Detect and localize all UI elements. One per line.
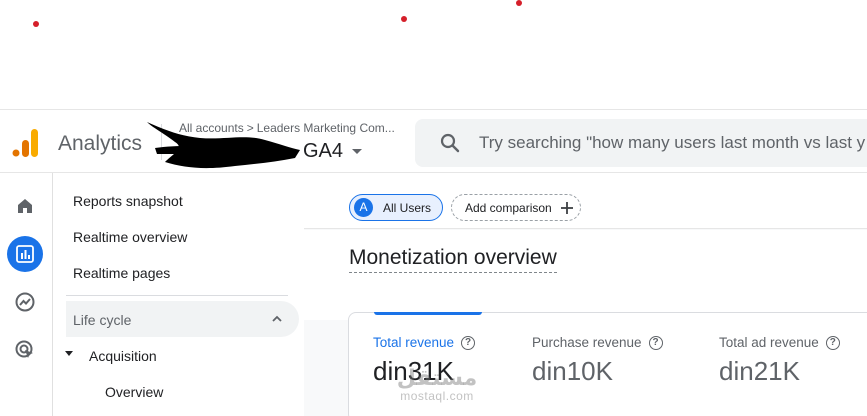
top-header: Analytics All accounts > Leaders Marketing… <box>0 109 867 173</box>
home-icon <box>18 199 32 213</box>
page-title[interactable]: Monetization overview <box>349 246 557 273</box>
metric-label: Total ad revenue ? <box>719 335 840 350</box>
search-bar[interactable]: Try searching "how many users last month… <box>415 119 867 167</box>
nav-item-acquisition-overview[interactable]: Overview <box>105 384 163 400</box>
add-comparison-button[interactable]: Add comparison <box>451 194 581 221</box>
chevron-up-icon[interactable] <box>271 313 283 325</box>
rail-advertising-button[interactable] <box>7 332 43 368</box>
metric-label-text: Purchase revenue <box>532 335 642 350</box>
reports-nav: Reports snapshot Realtime overview Realt… <box>54 173 304 416</box>
metric-total-ad-revenue[interactable]: Total ad revenue ? din21K <box>719 335 840 387</box>
nav-group-acquisition[interactable]: Acquisition <box>89 348 157 364</box>
metric-value: din21K <box>719 356 800 386</box>
expand-triangle-icon[interactable] <box>65 351 73 356</box>
nav-item-reports-snapshot[interactable]: Reports snapshot <box>73 193 183 209</box>
watermark: مستقل mostaql.com <box>377 365 497 409</box>
comparison-bar: A All Users Add comparison <box>304 173 867 229</box>
metric-label-text: Total revenue <box>373 335 455 350</box>
segment-badge: A <box>354 198 373 217</box>
rail-home-button[interactable] <box>7 188 43 224</box>
help-icon[interactable]: ? <box>461 335 476 350</box>
help-icon[interactable]: ? <box>825 335 840 350</box>
rail-reports-button[interactable] <box>7 236 43 272</box>
metric-value: din10K <box>532 356 613 386</box>
metric-label: Total revenue ? <box>373 335 476 350</box>
nav-section-label: Life cycle <box>73 312 132 328</box>
search-icon <box>440 133 460 153</box>
add-comparison-label: Add comparison <box>465 201 552 215</box>
explore-icon <box>15 292 35 312</box>
plus-icon <box>561 202 573 214</box>
decorative-dot <box>516 0 522 6</box>
left-rail <box>0 173 53 416</box>
decorative-dot <box>33 21 39 27</box>
reports-icon <box>16 245 34 263</box>
advertising-icon <box>15 340 33 358</box>
nav-section-life-cycle[interactable]: Life cycle <box>66 301 299 337</box>
decorative-dot <box>401 16 407 22</box>
watermark-domain: mostaql.com <box>400 389 474 403</box>
redaction-scribble <box>147 122 300 169</box>
segment-label: All Users <box>383 201 432 215</box>
metric-purchase-revenue[interactable]: Purchase revenue ? din10K <box>532 335 663 387</box>
property-selector[interactable]: GA4 <box>303 140 343 163</box>
nav-item-realtime-pages[interactable]: Realtime pages <box>73 265 170 281</box>
segment-chip-all-users[interactable]: A All Users <box>349 194 443 221</box>
watermark-arabic: مستقل <box>396 365 478 390</box>
nav-item-realtime-overview[interactable]: Realtime overview <box>73 229 187 245</box>
metric-label: Purchase revenue ? <box>532 335 663 350</box>
metric-label-text: Total ad revenue <box>719 335 819 350</box>
search-placeholder: Try searching "how many users last month… <box>479 133 866 152</box>
caret-down-icon[interactable] <box>352 149 362 154</box>
analytics-logo-icon[interactable] <box>12 128 40 158</box>
rail-explore-button[interactable] <box>7 284 43 320</box>
title-area: Monetization overview <box>304 230 867 320</box>
nav-divider <box>66 295 288 296</box>
app-name: Analytics <box>58 132 143 155</box>
active-tab-indicator <box>374 312 482 315</box>
help-icon[interactable]: ? <box>648 335 663 350</box>
